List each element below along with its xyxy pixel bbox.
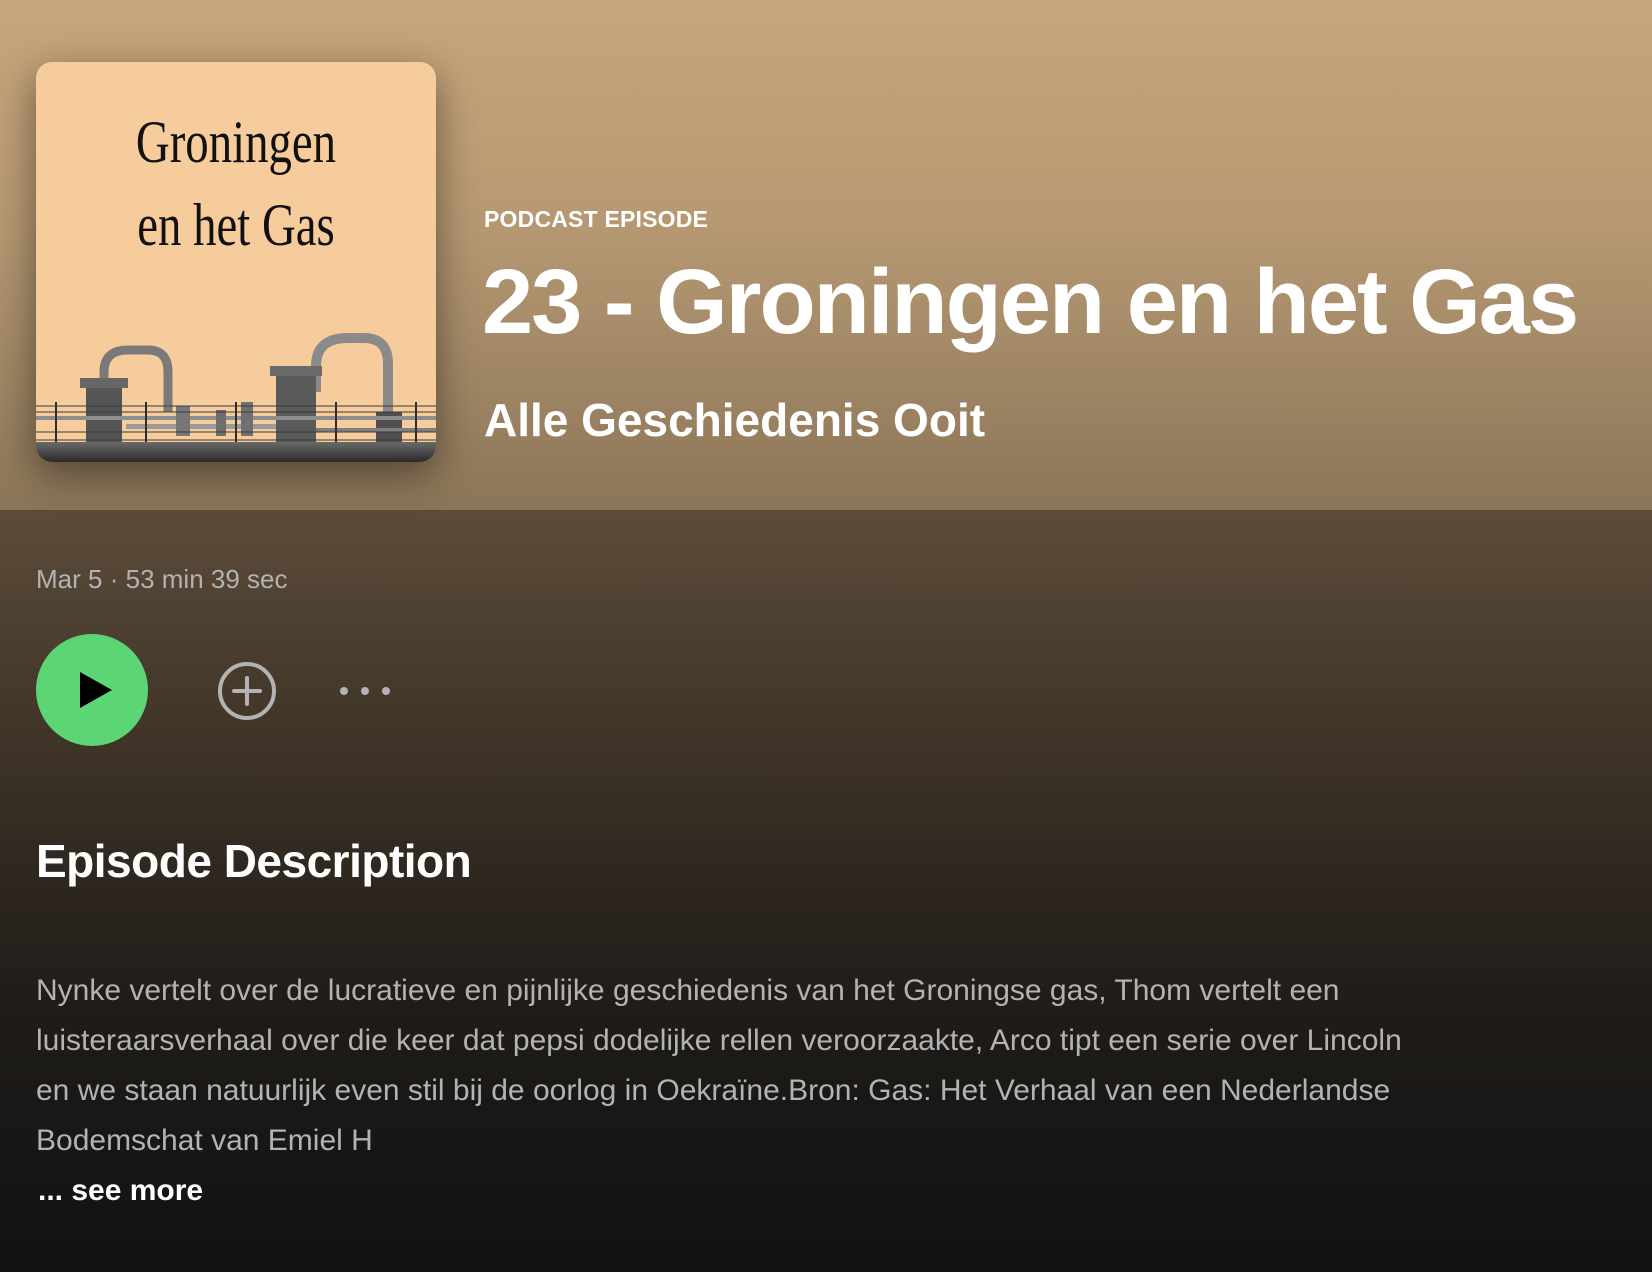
plus-circle-icon xyxy=(218,662,276,720)
episode-page: Groningen en het Gas PODCAST EPISODE 23 … xyxy=(0,0,1652,1272)
more-horizontal-icon xyxy=(340,687,390,695)
release-date: Mar 5 xyxy=(36,564,103,594)
cover-title-line2: en het Gas xyxy=(137,192,335,258)
gas-installation-illustration xyxy=(36,333,436,462)
episode-type-label: PODCAST EPISODE xyxy=(484,206,709,232)
more-options-button[interactable] xyxy=(332,670,398,712)
episode-duration: 53 min 39 sec xyxy=(125,564,288,594)
episode-description-heading: Episode Description xyxy=(36,835,472,887)
show-name-link[interactable]: Alle Geschiedenis Ooit xyxy=(484,395,985,446)
play-icon xyxy=(80,672,112,708)
episode-title: 23 - Groningen en het Gas xyxy=(482,251,1579,353)
episode-cover-art: Groningen en het Gas xyxy=(36,62,436,462)
episode-meta: Mar 5 · 53 min 39 sec xyxy=(36,564,287,595)
meta-separator: · xyxy=(109,564,119,594)
add-to-library-button[interactable] xyxy=(216,660,278,722)
episode-description-text: Nynke vertelt over de lucratieve en pijn… xyxy=(36,974,1402,1157)
play-button[interactable] xyxy=(36,634,148,746)
see-more-button[interactable]: ... see more xyxy=(38,1174,203,1208)
cover-title-line1: Groningen xyxy=(135,109,337,175)
